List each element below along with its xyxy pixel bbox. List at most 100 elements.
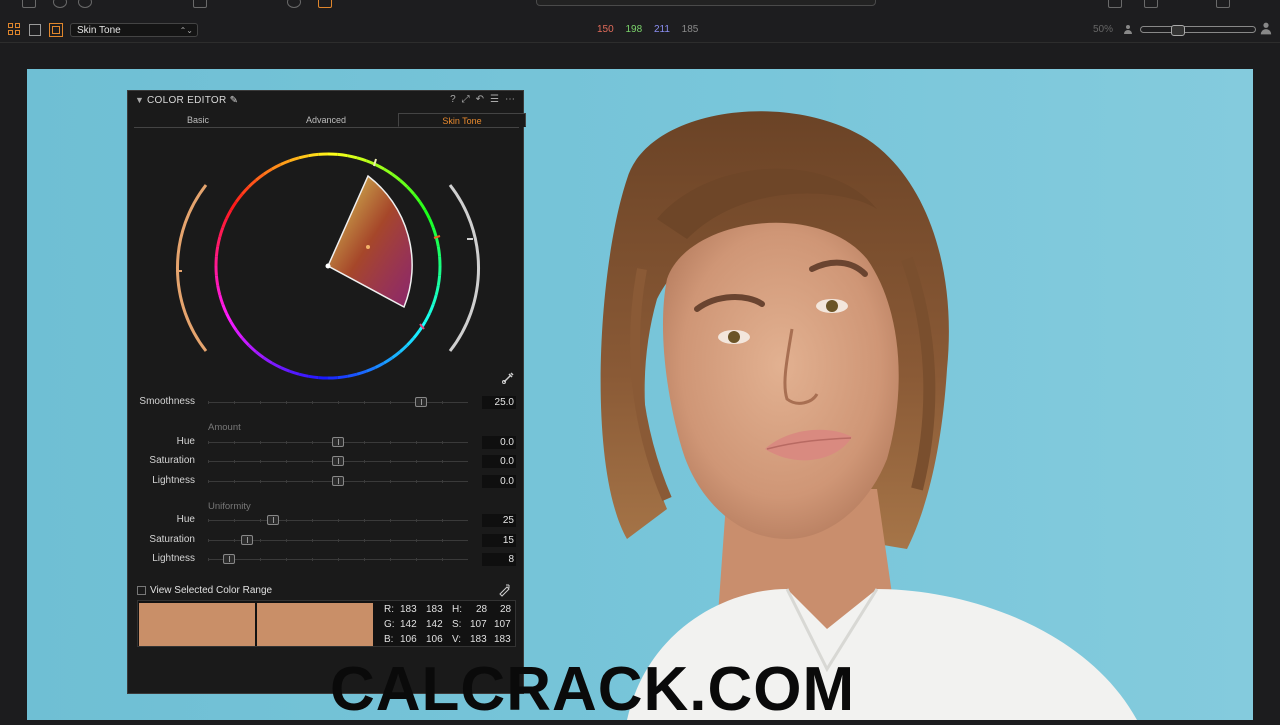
value-v-2: 183 (494, 634, 511, 645)
hue-ring-segment (256, 174, 264, 180)
amount-saturation-value[interactable]: 0.0 (482, 455, 516, 468)
uniformity-section-label: Uniformity (208, 501, 251, 512)
value-b-1: 106 (400, 634, 417, 645)
uniformity-lightness-slider[interactable] (208, 559, 468, 560)
menu-icon[interactable]: ☰ (490, 94, 499, 105)
hue-ring-segment (264, 169, 272, 174)
color-wheel[interactable] (158, 141, 498, 401)
readout-green: 198 (625, 24, 642, 35)
skin-tone-range-wedge[interactable] (328, 176, 412, 307)
zoom-slider[interactable] (1140, 26, 1256, 33)
label-h: H: (452, 604, 462, 615)
hue-ring-segment (216, 247, 217, 257)
circle-tool-icon-2[interactable] (78, 0, 92, 8)
hue-ring-segment (226, 210, 231, 219)
panel-header-icons: ? ⤢ ↶ ☰ ⋯ (444, 94, 515, 105)
hue-ring-segment (366, 368, 375, 372)
skin-tone-center-point[interactable] (366, 245, 370, 249)
smoothness-label: Smoothness (128, 396, 195, 407)
value-s-2: 107 (494, 619, 511, 630)
preset-select[interactable]: Skin Tone ⌃⌄ (70, 23, 198, 37)
value-v-1: 183 (470, 634, 487, 645)
hue-ring-segment (281, 161, 290, 165)
levels-icon[interactable] (1144, 0, 1158, 8)
tab-basic[interactable]: Basic (134, 113, 262, 127)
more-icon[interactable]: ⋯ (505, 94, 515, 105)
hue-ring-segment (220, 295, 223, 304)
uniformity-lightness-value[interactable]: 8 (482, 553, 516, 566)
lightness-arc[interactable] (450, 185, 479, 351)
zoom-slider-knob[interactable] (1171, 25, 1185, 36)
uniformity-saturation-value[interactable]: 15 (482, 534, 516, 547)
eyedropper-icon[interactable] (501, 371, 515, 385)
export-icon[interactable] (1216, 0, 1230, 8)
color-tool-icon[interactable] (318, 0, 332, 8)
smoothness-slider[interactable] (208, 402, 468, 403)
window-icon[interactable] (22, 0, 36, 8)
hue-ring-segment (220, 228, 223, 237)
value-s-1: 107 (470, 619, 487, 630)
hue-ring-segment (290, 158, 299, 161)
hue-ring-segment (242, 187, 249, 194)
histogram-icon[interactable] (1108, 0, 1122, 8)
tab-advanced[interactable]: Advanced (262, 113, 390, 127)
cursor-tools-strip[interactable] (536, 0, 876, 6)
amount-hue-arc[interactable] (177, 185, 206, 351)
hue-ring-segment (299, 156, 309, 158)
crop-tool-icon[interactable] (193, 0, 207, 8)
readout-red: 150 (597, 24, 614, 35)
grid-view-icon[interactable] (8, 23, 22, 37)
amount-hue-slider-knob[interactable] (332, 437, 344, 447)
gear-icon[interactable] (287, 0, 301, 8)
uniformity-lightness-slider-knob[interactable] (223, 554, 235, 564)
hue-ring-segment (347, 374, 357, 376)
amount-section-label: Amount (208, 422, 241, 433)
label-s: S: (452, 619, 461, 630)
hue-ring-segment (236, 194, 242, 202)
hue-ring-segment (236, 330, 242, 338)
collapse-chevron-icon[interactable]: ▼ (135, 95, 144, 105)
hue-ring-segment (223, 219, 227, 228)
hue-ring-segment (299, 374, 309, 376)
color-editor-panel: ▼ COLOR EDITOR ✎ ?⤢↶☰⋯ Basic Advanced Sk… (127, 90, 524, 694)
amount-hue-value[interactable]: 0.0 (482, 436, 516, 449)
hue-ring-segment (430, 304, 434, 313)
uniformity-saturation-slider-knob[interactable] (241, 535, 253, 545)
color-swatch-area: R: 183 183 H: 28 28 G: 142 142 S: 107 10… (137, 600, 516, 647)
hue-ring-segment (309, 154, 319, 155)
view-range-checkbox[interactable] (137, 586, 146, 595)
hue-ring-segment (375, 164, 384, 169)
amount-saturation-slider-knob[interactable] (332, 456, 344, 466)
smoothness-value[interactable]: 25.0 (482, 396, 516, 409)
hue-ring-segment (357, 371, 366, 374)
hue-ring-segment (223, 304, 227, 313)
expand-icon[interactable]: ⤢ (462, 94, 470, 105)
hue-ring-segment (231, 202, 236, 210)
proof-view-icon[interactable] (49, 23, 63, 37)
hue-ring-segment (290, 371, 299, 374)
tab-skin-tone[interactable]: Skin Tone (398, 113, 526, 127)
amount-lightness-slider-knob[interactable] (332, 476, 344, 486)
hue-ring-segment (425, 210, 430, 219)
uniformity-lightness-label: Lightness (128, 553, 195, 564)
value-b-2: 106 (426, 634, 443, 645)
label-g: G: (384, 619, 395, 630)
amount-lightness-value[interactable]: 0.0 (482, 475, 516, 488)
preset-select-value: Skin Tone (77, 25, 121, 36)
hue-ring-segment (400, 180, 407, 187)
color-swatch-before (139, 603, 255, 646)
panel-header: ▼ COLOR EDITOR ✎ ?⤢↶☰⋯ (128, 91, 523, 109)
hue-ring-segment (407, 187, 414, 194)
reset-icon[interactable]: ↶ (476, 94, 484, 105)
uniformity-hue-value[interactable]: 25 (482, 514, 516, 527)
uniformity-hue-slider-knob[interactable] (267, 515, 279, 525)
circle-tool-icon[interactable] (53, 0, 67, 8)
uniformity-hue-slider[interactable] (208, 520, 468, 521)
help-icon[interactable]: ? (450, 94, 456, 105)
single-view-icon[interactable] (29, 24, 41, 36)
hue-ring-segment (249, 180, 256, 187)
hue-ring-segment (433, 295, 436, 304)
smoothness-slider-knob[interactable] (415, 397, 427, 407)
pencil-icon: ✎ (230, 95, 239, 106)
color-picker-icon[interactable] (497, 583, 511, 597)
